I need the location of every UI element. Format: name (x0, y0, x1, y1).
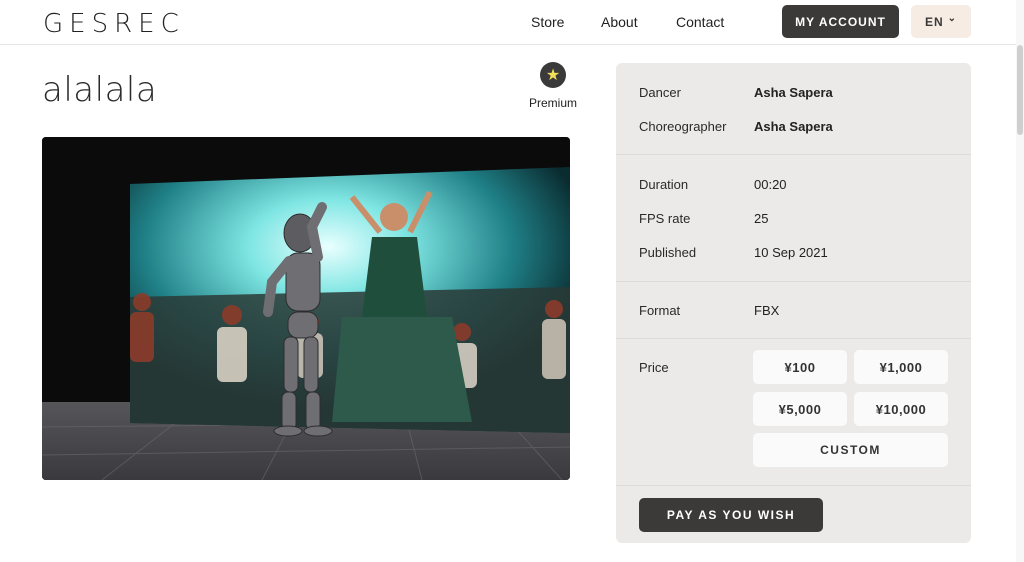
my-account-button[interactable]: MY ACCOUNT (782, 5, 899, 38)
divider (616, 281, 971, 282)
site-logo[interactable]: GESREC (43, 9, 185, 39)
format-label: Format (639, 303, 681, 318)
choreographer-label: Choreographer (639, 119, 727, 134)
divider (616, 154, 971, 155)
premium-badge: ★ Premium (528, 62, 578, 110)
item-title: alalala (42, 70, 158, 110)
dancer-label: Dancer (639, 85, 681, 100)
chevron-down-icon: ⌄ (947, 13, 958, 24)
fps-value: 25 (754, 211, 769, 226)
choreographer-value: Asha Sapera (754, 119, 833, 134)
motion-video-preview[interactable] (42, 137, 570, 480)
language-label: EN (924, 14, 944, 29)
premium-label: Premium (528, 96, 577, 110)
language-selector[interactable]: EN ⌄ (911, 5, 971, 38)
nav-about-link[interactable]: About (601, 14, 638, 30)
duration-value: 00:20 (754, 177, 787, 192)
star-icon: ★ (540, 62, 566, 88)
video-frame-illustration (42, 137, 570, 480)
dancer-value: Asha Sapera (754, 85, 833, 100)
page-scrollbar[interactable] (1016, 0, 1024, 562)
price-label: Price (639, 360, 669, 375)
divider (616, 338, 971, 339)
price-option-10000[interactable]: ¥10,000 (854, 392, 948, 426)
custom-price-button[interactable]: CUSTOM (753, 433, 948, 467)
divider (616, 485, 971, 486)
price-option-1000[interactable]: ¥1,000 (854, 350, 948, 384)
price-option-100[interactable]: ¥100 (753, 350, 847, 384)
duration-label: Duration (639, 177, 689, 192)
scrollbar-thumb[interactable] (1017, 45, 1023, 135)
price-option-5000[interactable]: ¥5,000 (753, 392, 847, 426)
fps-label: FPS rate (639, 211, 691, 226)
published-label: Published (639, 245, 697, 260)
nav-store-link[interactable]: Store (531, 14, 564, 30)
pay-as-you-wish-button[interactable]: PAY AS YOU WISH (639, 498, 823, 532)
published-value: 10 Sep 2021 (754, 245, 828, 260)
details-panel: Dancer Asha Sapera Choreographer Asha Sa… (616, 63, 971, 543)
format-value: FBX (754, 303, 780, 318)
site-header: GESREC Store About Contact MY ACCOUNT EN… (0, 0, 1024, 45)
nav-contact-link[interactable]: Contact (676, 14, 724, 30)
